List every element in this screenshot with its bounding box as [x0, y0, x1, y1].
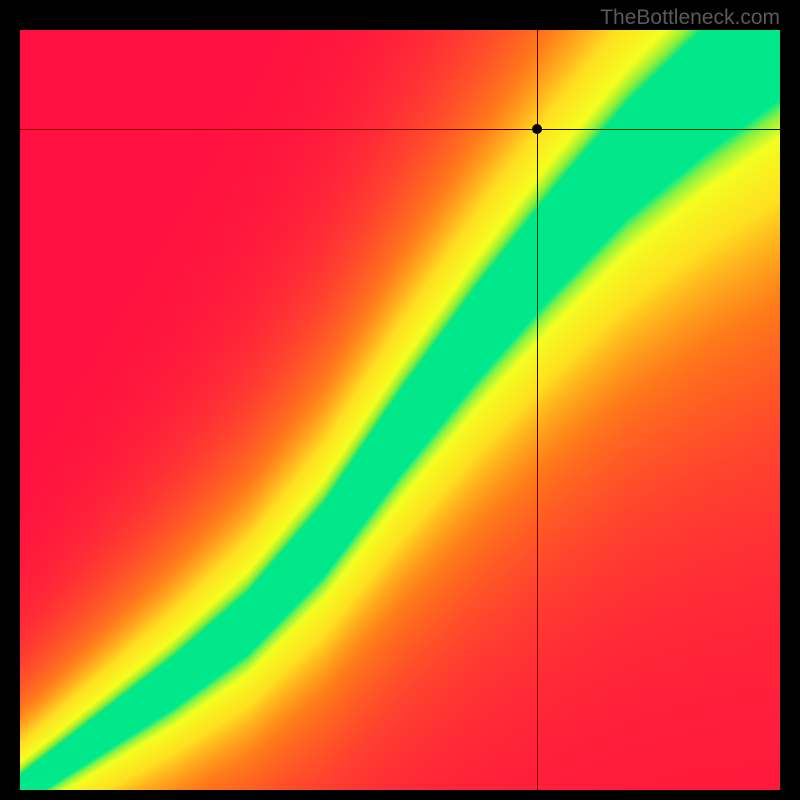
heatmap-canvas [20, 30, 780, 790]
crosshair-vertical [537, 30, 538, 790]
chart-container [20, 30, 780, 790]
crosshair-horizontal [20, 129, 780, 130]
watermark-text: TheBottleneck.com [600, 6, 780, 30]
crosshair-dot [532, 124, 542, 134]
